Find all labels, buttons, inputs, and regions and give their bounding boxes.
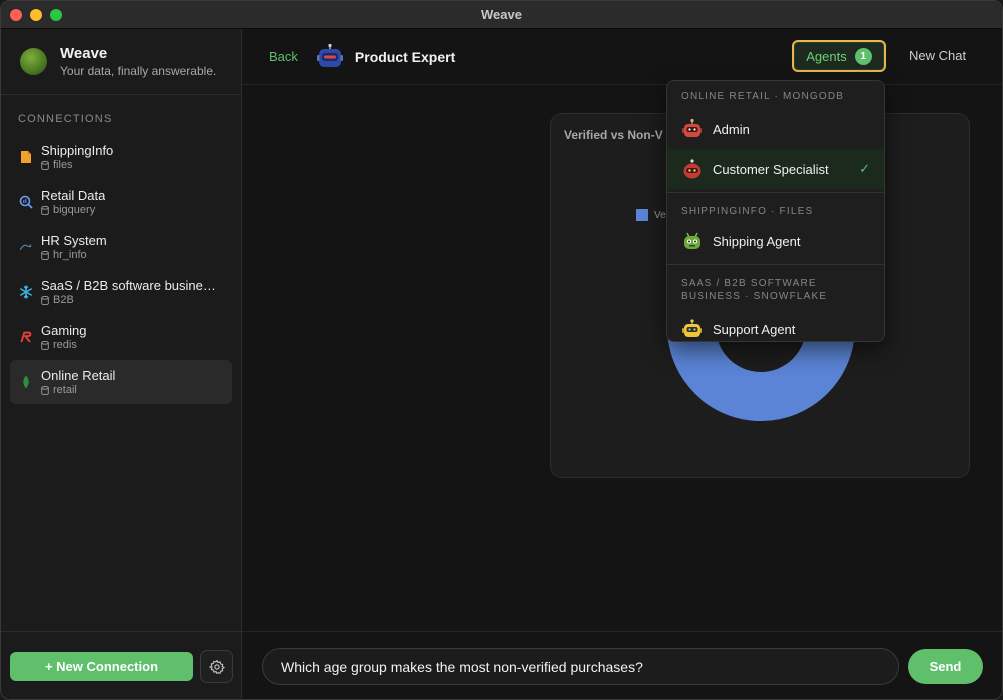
- database-icon: [41, 160, 49, 170]
- weave-logo-icon: [20, 48, 47, 75]
- back-button[interactable]: Back: [269, 49, 298, 64]
- database-icon: [41, 295, 49, 305]
- agents-count-badge: 1: [854, 47, 872, 65]
- agent-title: Product Expert: [354, 48, 456, 65]
- dropdown-group-label-block: SAAS / B2B SOFTWARE BUSINESS · SNOWFLAKE: [667, 265, 884, 309]
- connection-source: bigquery: [53, 204, 96, 216]
- agent-option-label: Admin: [713, 121, 750, 137]
- connection-item-hr-system[interactable]: HR System hr_info: [10, 225, 232, 269]
- brand-name: Weave: [60, 45, 108, 62]
- settings-button[interactable]: [200, 650, 233, 683]
- connection-source: hr_info: [53, 249, 87, 261]
- chat-header: Back Product Expert Agents 1 New Chat: [242, 29, 1002, 85]
- redis-icon: [19, 330, 33, 344]
- agent-option-label: Customer Specialist: [713, 161, 829, 177]
- title-bar: Weave: [1, 1, 1002, 29]
- mongodb-icon: [19, 375, 33, 389]
- connection-item-saas-b2b[interactable]: SaaS / B2B software busine… B2B: [10, 270, 232, 314]
- connection-name: Gaming: [41, 323, 87, 338]
- connection-name: Retail Data: [41, 188, 106, 203]
- chat-input[interactable]: [262, 648, 899, 685]
- agent-option-customer-specialist[interactable]: Customer Specialist ✓: [667, 149, 884, 189]
- connection-item-shippinginfo[interactable]: ShippingInfo files: [10, 135, 232, 179]
- minimize-window-button[interactable]: [30, 9, 42, 21]
- sidebar: Weave Your data, finally answerable. CON…: [1, 29, 242, 699]
- connection-source: B2B: [53, 294, 74, 306]
- window-title: Weave: [481, 7, 522, 22]
- dropdown-group-label: SAAS / B2B SOFTWARE: [681, 278, 817, 289]
- database-icon: [41, 340, 49, 350]
- snowflake-icon: [19, 285, 33, 299]
- dropdown-group-label: ONLINE RETAIL · MONGODB: [681, 91, 845, 102]
- mysql-icon: [19, 240, 33, 254]
- robot-red-icon: [682, 118, 702, 137]
- checkmark-icon: ✓: [859, 161, 870, 176]
- connection-source: retail: [53, 384, 77, 396]
- database-icon: [41, 385, 49, 395]
- gear-icon: [208, 659, 225, 674]
- database-icon: [41, 250, 49, 260]
- connection-source: files: [53, 159, 73, 171]
- connection-name: ShippingInfo: [41, 143, 114, 158]
- connection-list: ShippingInfo files Retail Data bigquery: [1, 135, 241, 404]
- brand-tagline: Your data, finally answerable.: [60, 64, 217, 78]
- connection-item-retail-data[interactable]: Retail Data bigquery: [10, 180, 232, 224]
- close-window-button[interactable]: [10, 9, 22, 21]
- file-icon: [19, 150, 33, 164]
- agent-option-admin[interactable]: Admin: [667, 109, 884, 149]
- window-controls: [10, 9, 62, 21]
- connection-item-online-retail[interactable]: Online Retail retail: [10, 360, 232, 404]
- connection-name: HR System: [41, 233, 107, 248]
- zoom-window-button[interactable]: [50, 9, 62, 21]
- agents-button-label: Agents: [806, 48, 847, 64]
- agent-option-label: Shipping Agent: [713, 233, 801, 249]
- connection-name: Online Retail: [41, 368, 116, 383]
- connections-section-label: CONNECTIONS: [18, 113, 113, 125]
- connection-name: SaaS / B2B software busine…: [41, 278, 216, 293]
- robot-blue-icon: [316, 43, 343, 67]
- app-window: Weave Weave Your data, finally answerabl…: [0, 0, 1003, 700]
- agent-option-label: Support Agent: [713, 321, 796, 337]
- agent-option-shipping-agent[interactable]: Shipping Agent: [667, 221, 884, 261]
- robot-red-round-icon: [683, 159, 701, 179]
- database-icon: [41, 205, 49, 215]
- agents-dropdown: ONLINE RETAIL · MONGODB Admin Customer S…: [666, 80, 885, 342]
- brand-header: Weave Your data, finally answerable.: [1, 29, 241, 95]
- bigquery-icon: [19, 195, 33, 209]
- agent-option-support-agent[interactable]: Support Agent: [667, 309, 884, 341]
- send-button[interactable]: Send: [908, 649, 983, 684]
- dropdown-group-label: BUSINESS · SNOWFLAKE: [681, 291, 828, 302]
- connection-source: redis: [53, 339, 77, 351]
- new-connection-button[interactable]: + New Connection: [10, 652, 193, 681]
- chat-input-bar: Send: [242, 631, 1002, 699]
- main-panel: Back Product Expert Agents 1 New Chat Ve…: [242, 29, 1002, 699]
- connection-item-gaming[interactable]: Gaming redis: [10, 315, 232, 359]
- new-chat-button[interactable]: New Chat: [909, 48, 966, 63]
- agents-button[interactable]: Agents 1: [792, 40, 886, 72]
- robot-green-icon: [684, 232, 700, 249]
- sidebar-footer: + New Connection: [1, 631, 241, 699]
- robot-yellow-icon: [682, 319, 702, 337]
